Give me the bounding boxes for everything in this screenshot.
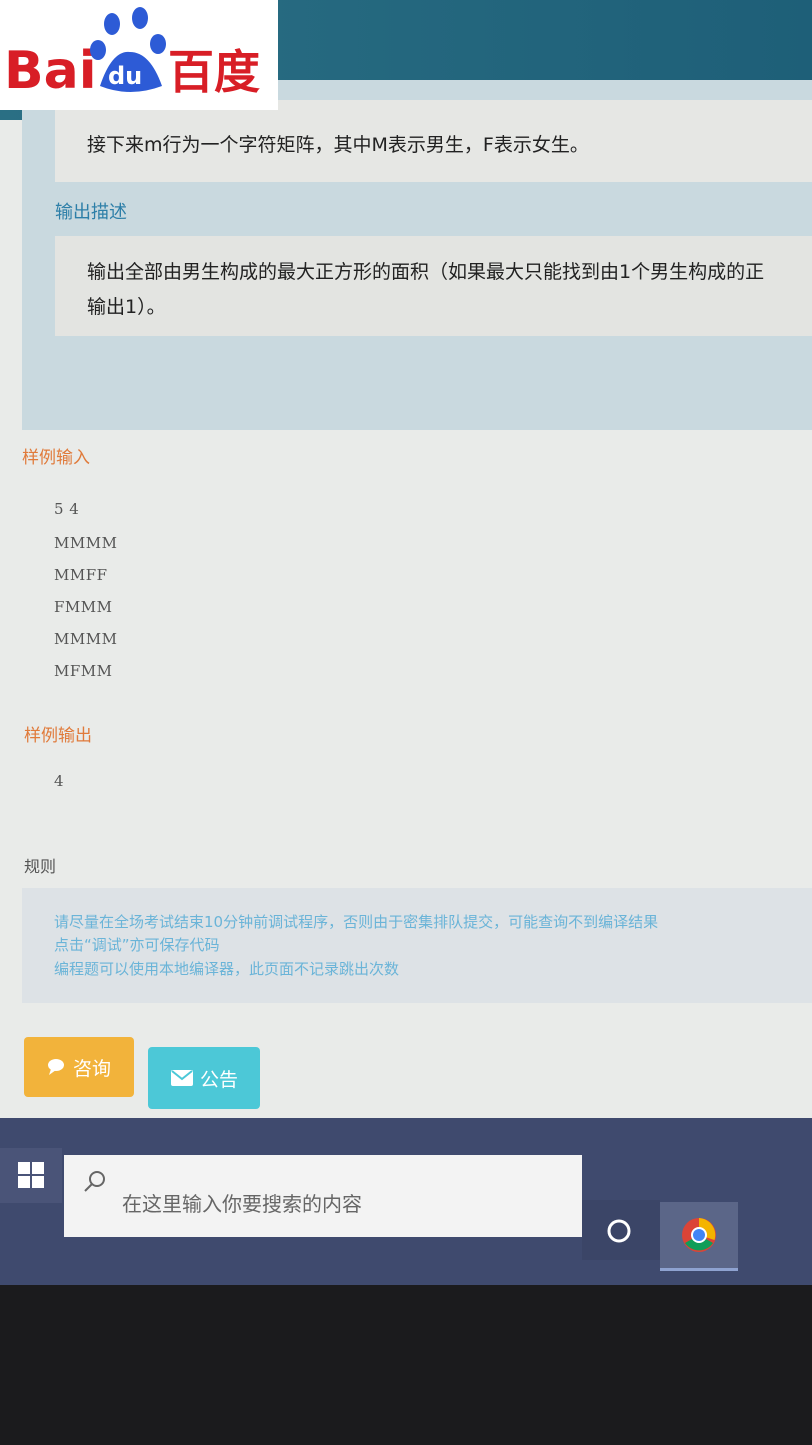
svg-text:Bai: Bai xyxy=(4,41,97,101)
consult-button-label: 咨询 xyxy=(72,1057,111,1080)
sample-output-value: 4 xyxy=(54,772,65,790)
windows-icon xyxy=(18,1162,44,1188)
input-description-text: 接下来m行为一个字符矩阵，其中M表示男生，F表示女生。 xyxy=(87,134,589,156)
sample-input-line: MMFF xyxy=(54,566,108,584)
rule-line-2: 点击“调试”亦可保存代码 xyxy=(54,936,220,954)
output-description-box xyxy=(55,236,812,336)
taskbar-search-placeholder: 在这里输入你要搜索的内容 xyxy=(122,1192,362,1216)
svg-text:百度: 百度 xyxy=(168,45,260,99)
sample-input-label: 样例输入 xyxy=(22,448,90,468)
cortana-button[interactable] xyxy=(582,1200,660,1260)
sample-output-label: 样例输出 xyxy=(24,726,92,746)
rules-label: 规则 xyxy=(24,857,57,876)
sample-input-line: MMMM xyxy=(54,630,118,648)
start-button[interactable] xyxy=(0,1148,62,1203)
envelope-icon xyxy=(170,1070,193,1086)
monitor-screen: 接下来m行为一个字符矩阵，其中M表示男生，F表示女生。 输出描述 输出全部由男生… xyxy=(0,0,812,1285)
consult-button[interactable]: 咨询 xyxy=(24,1037,134,1097)
chat-icon xyxy=(47,1059,64,1075)
baidu-paw-icon: Bai du 百度 xyxy=(4,7,260,101)
cortana-circle-icon xyxy=(607,1219,631,1243)
rule-line-3: 编程题可以使用本地编译器，此页面不记录跳出次数 xyxy=(54,960,400,978)
chrome-icon xyxy=(682,1218,716,1252)
sample-input-line: MFMM xyxy=(54,662,113,680)
output-description-line-2: 输出1）。 xyxy=(87,296,166,318)
sample-input-line: MMMM xyxy=(54,534,118,552)
sample-input-line: 5 4 xyxy=(54,500,80,518)
notice-button[interactable]: 公告 xyxy=(148,1047,260,1109)
monitor-bezel xyxy=(0,1285,812,1445)
notice-button-label: 公告 xyxy=(199,1068,238,1091)
baidu-watermark-logo: Bai du 百度 xyxy=(0,0,278,110)
rule-line-1: 请尽量在全场考试结束10分钟前调试程序，否则由于密集排队提交，可能查询不到编译结… xyxy=(54,913,659,931)
chrome-taskbar-button[interactable] xyxy=(660,1202,738,1271)
search-icon xyxy=(84,1171,105,1192)
output-description-label: 输出描述 xyxy=(55,202,127,223)
output-description-line-1: 输出全部由男生构成的最大正方形的面积（如果最大只能找到由1个男生构成的正 xyxy=(87,261,765,283)
sample-input-line: FMMM xyxy=(54,598,113,616)
svg-text:du: du xyxy=(108,62,142,90)
